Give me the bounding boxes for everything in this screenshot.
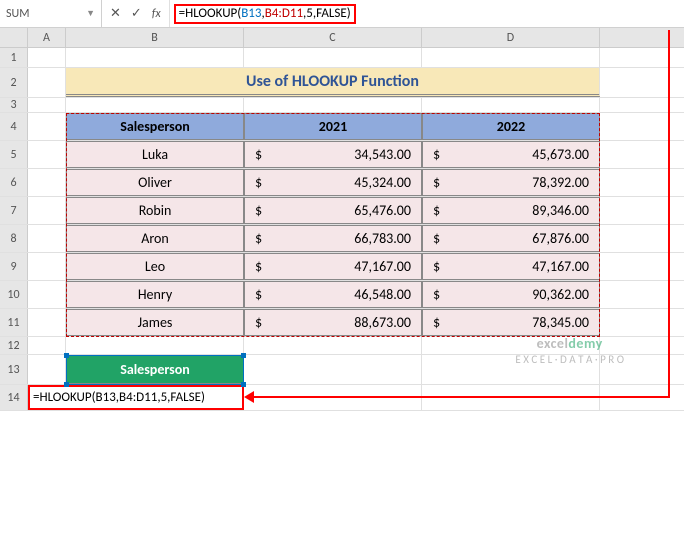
table-row: 11 James$88,673.00$78,345.00 <box>0 309 684 337</box>
table-header-2021[interactable]: 2021 <box>244 113 422 140</box>
table-row: 6 Oliver$45,324.00$78,392.00 <box>0 169 684 197</box>
cell[interactable] <box>422 385 600 410</box>
table-row: 8 Aron$66,783.00$67,876.00 <box>0 225 684 253</box>
lookup-header[interactable]: Salesperson <box>66 355 244 384</box>
cell[interactable] <box>28 169 66 196</box>
cell[interactable] <box>66 98 244 112</box>
cell[interactable] <box>28 309 66 336</box>
row-header[interactable]: 3 <box>0 98 28 112</box>
cell[interactable] <box>28 141 66 168</box>
cell-value-2021[interactable]: $45,324.00 <box>244 169 422 196</box>
table-row: 7 Robin$65,476.00$89,346.00 <box>0 197 684 225</box>
formula-bar: SUM ▼ ✕ ✓ fx =HLOOKUP(B13,B4:D11,5,FALSE… <box>0 0 684 28</box>
row-3: 3 <box>0 98 684 113</box>
cell-value-2022[interactable]: $67,876.00 <box>422 225 600 252</box>
name-box-value: SUM <box>6 7 29 21</box>
enter-icon[interactable]: ✓ <box>131 6 142 21</box>
cell[interactable] <box>422 48 600 67</box>
table-row: 5 Luka$34,543.00$45,673.00 <box>0 141 684 169</box>
cell[interactable] <box>244 355 422 384</box>
cell-value-2021[interactable]: $65,476.00 <box>244 197 422 224</box>
cell-value-2022[interactable]: $78,345.00 <box>422 309 600 336</box>
row-header[interactable]: 10 <box>0 281 28 308</box>
row-2: 2 Use of HLOOKUP Function <box>0 68 684 98</box>
cell-name[interactable]: James <box>66 309 244 336</box>
cell[interactable] <box>28 355 66 384</box>
cell[interactable] <box>28 337 66 354</box>
cell[interactable] <box>66 337 244 354</box>
cell[interactable] <box>28 197 66 224</box>
table-header-salesperson[interactable]: Salesperson <box>66 113 244 140</box>
row-header[interactable]: 12 <box>0 337 28 354</box>
cell-name[interactable]: Leo <box>66 253 244 280</box>
formula-cell[interactable]: =HLOOKUP(B13,B4:D11,5,FALSE) <box>28 385 244 410</box>
cell[interactable] <box>28 98 66 112</box>
formula-text: =HLOOKUP(B13,B4:D11,5,FALSE) <box>174 4 356 24</box>
formula-cell-text: =HLOOKUP(B13,B4:D11,5,FALSE) <box>33 390 205 405</box>
row-header[interactable]: 2 <box>0 68 28 97</box>
chevron-down-icon[interactable]: ▼ <box>86 8 95 19</box>
cell-name[interactable]: Luka <box>66 141 244 168</box>
table-header-2022[interactable]: 2022 <box>422 113 600 140</box>
cell-value-2021[interactable]: $46,548.00 <box>244 281 422 308</box>
name-box[interactable]: SUM ▼ <box>0 0 102 27</box>
cell-value-2021[interactable]: $88,673.00 <box>244 309 422 336</box>
row-header[interactable]: 11 <box>0 309 28 336</box>
row-header[interactable]: 1 <box>0 48 28 67</box>
cell-value-2022[interactable]: $78,392.00 <box>422 169 600 196</box>
spreadsheet: A B C D 1 2 Use of HLOOKUP Function 3 4 … <box>0 28 684 411</box>
cell-value-2022[interactable]: $89,346.00 <box>422 197 600 224</box>
cancel-icon[interactable]: ✕ <box>110 6 121 21</box>
cell-value-2021[interactable]: $34,543.00 <box>244 141 422 168</box>
cell[interactable] <box>28 281 66 308</box>
cell-value-2021[interactable]: $66,783.00 <box>244 225 422 252</box>
col-header-d[interactable]: D <box>422 28 600 47</box>
cell[interactable] <box>244 337 422 354</box>
row-14: 14 =HLOOKUP(B13,B4:D11,5,FALSE) <box>0 385 684 411</box>
table-row: 10 Henry$46,548.00$90,362.00 <box>0 281 684 309</box>
page-title: Use of HLOOKUP Function <box>246 72 419 91</box>
cell-value-2022[interactable]: $47,167.00 <box>422 253 600 280</box>
cell-value-2022[interactable]: $45,673.00 <box>422 141 600 168</box>
cell[interactable] <box>66 48 244 67</box>
cell[interactable] <box>28 253 66 280</box>
cell-name[interactable]: Robin <box>66 197 244 224</box>
cell[interactable] <box>244 98 422 112</box>
cell[interactable] <box>28 68 66 97</box>
cell-name[interactable]: Oliver <box>66 169 244 196</box>
table-row: 9Leo$47,167.00$47,167.00 <box>0 253 684 281</box>
cell[interactable] <box>28 225 66 252</box>
row-4: 4 Salesperson 2021 2022 <box>0 113 684 141</box>
column-headers: A B C D <box>0 28 684 48</box>
cell-name[interactable]: Aron <box>66 225 244 252</box>
select-all-corner[interactable] <box>0 28 28 47</box>
cell[interactable] <box>422 98 600 112</box>
row-header[interactable]: 6 <box>0 169 28 196</box>
cell[interactable] <box>28 113 66 140</box>
title-cell[interactable]: Use of HLOOKUP Function <box>66 68 600 97</box>
formula-input[interactable]: =HLOOKUP(B13,B4:D11,5,FALSE) <box>170 0 684 27</box>
watermark: exceldemy E X C E L · D A T A · P R O <box>515 336 624 366</box>
row-header[interactable]: 9 <box>0 253 28 280</box>
row-header[interactable]: 5 <box>0 141 28 168</box>
col-header-a[interactable]: A <box>28 28 66 47</box>
cell-value-2022[interactable]: $90,362.00 <box>422 281 600 308</box>
col-header-b[interactable]: B <box>66 28 244 47</box>
row-header[interactable]: 14 <box>0 385 28 410</box>
row-header[interactable]: 7 <box>0 197 28 224</box>
cell[interactable] <box>28 48 66 67</box>
row-header[interactable]: 4 <box>0 113 28 140</box>
row-1: 1 <box>0 48 684 68</box>
row-header[interactable]: 8 <box>0 225 28 252</box>
fx-icon[interactable]: fx <box>152 7 161 21</box>
formula-bar-buttons: ✕ ✓ fx <box>102 0 170 27</box>
cell[interactable] <box>244 48 422 67</box>
cell-name[interactable]: Henry <box>66 281 244 308</box>
cell-value-2021[interactable]: $47,167.00 <box>244 253 422 280</box>
col-header-c[interactable]: C <box>244 28 422 47</box>
cell[interactable] <box>244 385 422 410</box>
row-header[interactable]: 13 <box>0 355 28 384</box>
